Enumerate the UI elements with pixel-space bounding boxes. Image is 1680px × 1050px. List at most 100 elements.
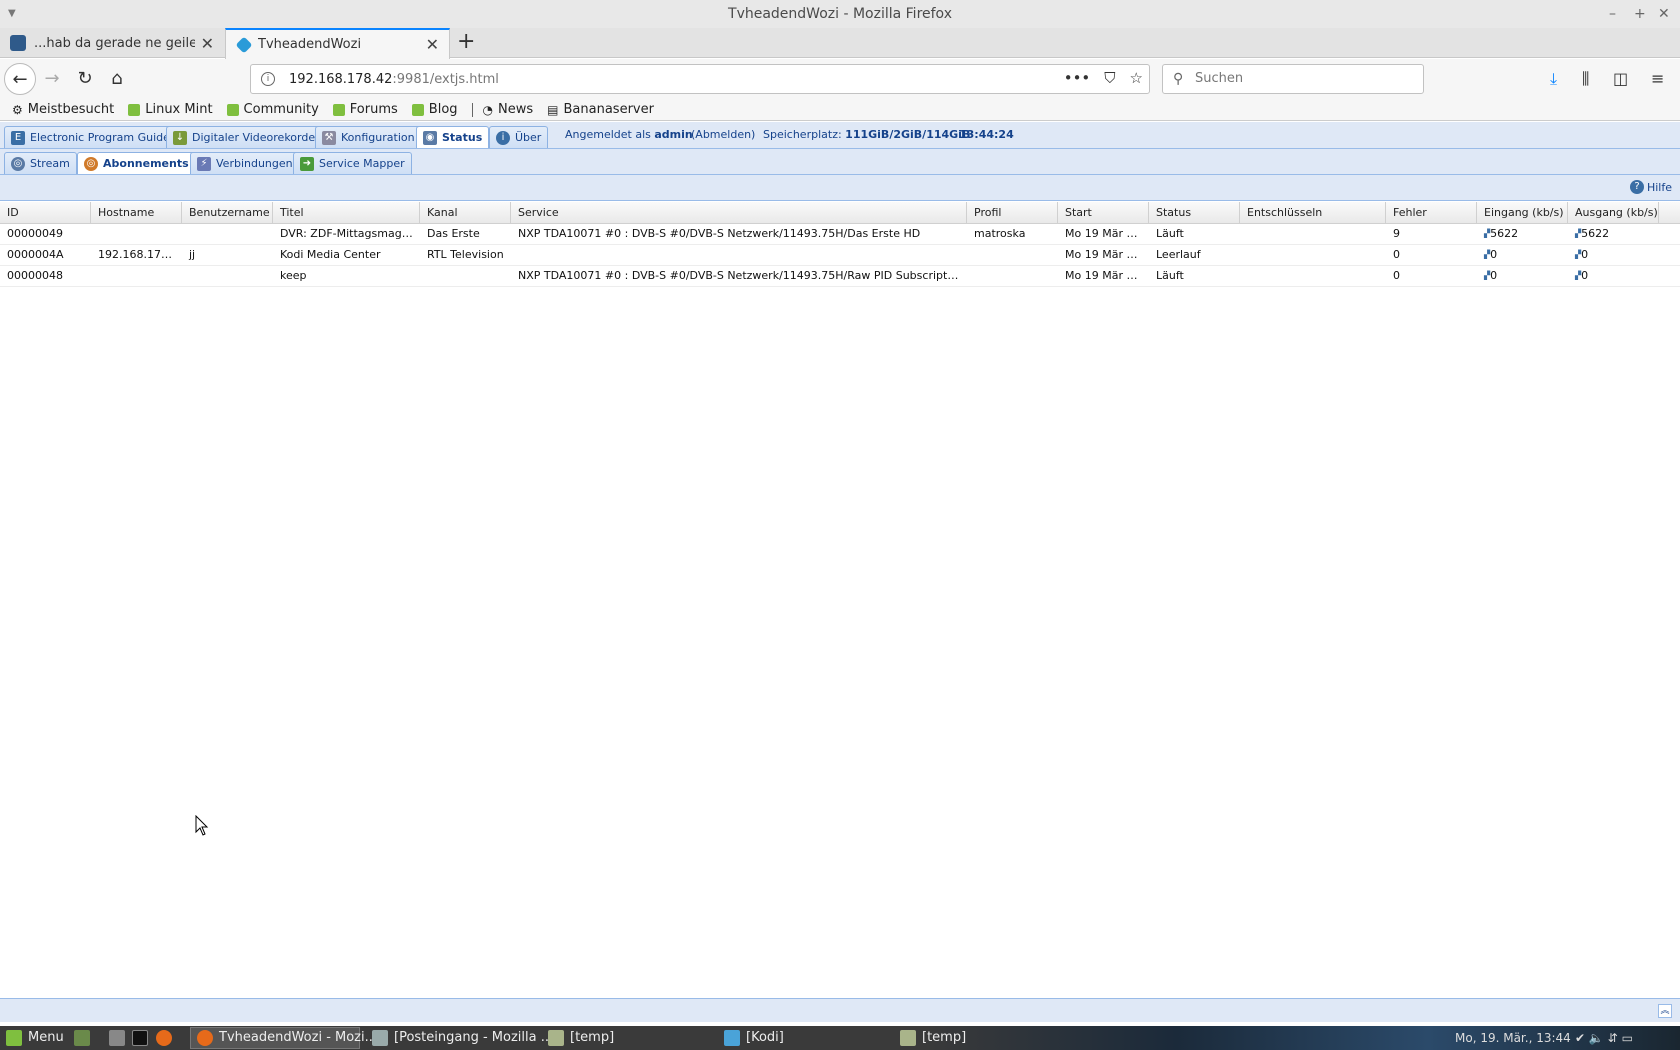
table-row[interactable]: 00000048 keep NXP TDA10071 #0 : DVB-S #0… (0, 266, 1680, 287)
column-header[interactable]: Start (1058, 202, 1149, 223)
subtab-verbindungen[interactable]: ⚡ Verbindungen (190, 152, 300, 174)
column-header[interactable]: Ausgang (kb/s) (1568, 202, 1659, 223)
bookmark-meistbesucht[interactable]: ⚙ Meistbesucht (12, 102, 114, 117)
new-tab-button[interactable]: + (457, 28, 475, 58)
taskbar-window-temp[interactable]: [temp] (548, 1027, 614, 1049)
cell-status: Läuft (1156, 227, 1184, 240)
cell-username: jj (189, 248, 196, 261)
taskbar-window-kodi[interactable]: [Kodi] (724, 1027, 784, 1049)
close-window-button[interactable]: ✕ (1658, 0, 1670, 28)
kodi-icon (724, 1030, 740, 1046)
battery-icon[interactable]: ▭ (1622, 1031, 1633, 1045)
minimize-button[interactable]: – (1609, 0, 1616, 28)
search-input[interactable]: ⚲ Suchen (1162, 64, 1424, 94)
column-header[interactable]: Profil (967, 202, 1058, 223)
column-header[interactable]: Hostname (91, 202, 182, 223)
library-icon[interactable]: ⫼ (1582, 63, 1589, 95)
taskbar-window-tvheadend[interactable]: TvheadendWozi - Mozi... (190, 1027, 377, 1049)
taskbar-window-temp-2[interactable]: [temp] (900, 1027, 966, 1049)
cell-descramble (1240, 266, 1386, 286)
subtab-service-mapper[interactable]: ➜ Service Mapper (293, 152, 412, 174)
storage-info: Speicherplatz: 111GiB/2GiB/114GiB (763, 128, 970, 141)
page-actions-icon[interactable]: ••• (1064, 69, 1091, 87)
reload-button[interactable]: ↻ (69, 63, 101, 95)
network-icon[interactable]: ⇵ (1608, 1031, 1618, 1045)
mouse-cursor-icon (195, 815, 209, 836)
back-button[interactable]: ← (4, 63, 36, 95)
tray-clock[interactable]: Mo, 19. Mär., 13:44 (1455, 1027, 1571, 1049)
sidebar-icon[interactable]: ◫ (1613, 63, 1628, 95)
cell-status: Läuft (1156, 269, 1184, 282)
cell-id: 00000048 (7, 269, 63, 282)
tab-dvr[interactable]: ↓ Digitaler Videorekorder (166, 126, 327, 148)
tab-ueber[interactable]: i Über (489, 126, 549, 148)
close-tab-icon[interactable]: ✕ (426, 35, 439, 54)
launcher-terminal[interactable] (132, 1027, 154, 1049)
site-info-icon[interactable]: i (261, 72, 275, 86)
subtab-stream[interactable]: ◎ Stream (4, 152, 77, 174)
column-header[interactable]: ID (0, 202, 91, 223)
window-menu-icon[interactable]: ▼ (8, 0, 16, 28)
bookmark-bananaserver[interactable]: ▤ Bananaserver (547, 102, 654, 117)
tvheadend-favicon-icon (235, 36, 253, 53)
window-label: [temp] (570, 1030, 615, 1045)
forward-button[interactable]: → (36, 63, 68, 95)
browser-tab-forum[interactable]: ...hab da gerade ne geile Idee ✕ (0, 28, 224, 58)
tab-label: Verbindungen (216, 157, 293, 170)
pocket-icon[interactable]: ⛉ (1104, 69, 1115, 87)
mint-icon (226, 103, 239, 116)
shield-icon[interactable]: ✔ (1575, 1031, 1585, 1045)
tab-konfiguration[interactable]: ⚒ Konfiguration (315, 126, 422, 148)
cell-input-rate: ▞0 (1477, 245, 1568, 265)
column-header[interactable]: Kanal (420, 202, 511, 223)
expand-log-icon[interactable]: ︽ (1658, 1004, 1672, 1018)
cell-username (182, 224, 273, 244)
folder-icon (900, 1030, 916, 1046)
input-rate-value: 5622 (1490, 227, 1519, 240)
close-tab-icon[interactable]: ✕ (201, 34, 214, 53)
downloads-icon[interactable]: ⤓ (1550, 63, 1557, 95)
bookmark-linux-mint[interactable]: Linux Mint (128, 102, 213, 117)
column-header[interactable]: Entschlüsseln (1240, 202, 1386, 223)
taskbar-window-posteingang[interactable]: [Posteingang - Mozilla ... (372, 1027, 553, 1049)
maximize-button[interactable]: + (1634, 0, 1646, 28)
bookmark-label: Meistbesucht (27, 102, 115, 117)
bookmark-star-icon[interactable]: ☆ (1130, 69, 1143, 87)
column-header[interactable]: Status (1149, 202, 1240, 223)
mint-icon (128, 103, 141, 116)
column-header[interactable]: Benutzername (182, 202, 273, 223)
table-row[interactable]: 0000004A 192.168.178.36 jj Kodi Media Ce… (0, 245, 1680, 266)
browser-tab-tvheadend[interactable]: TvheadendWozi ✕ (225, 28, 450, 59)
column-header[interactable]: Eingang (kb/s) (1477, 202, 1568, 223)
bookmark-blog[interactable]: Blog (411, 102, 458, 117)
column-header[interactable]: Service (511, 202, 967, 223)
tab-epg[interactable]: E Electronic Program Guide (4, 126, 177, 148)
window-label: [temp] (922, 1030, 967, 1045)
cell-channel (420, 266, 511, 286)
bookmark-community[interactable]: Community (226, 102, 319, 117)
subtab-abonnements[interactable]: ◎ Abonnements (77, 152, 196, 174)
launcher-files[interactable] (109, 1027, 131, 1049)
column-header[interactable]: Fehler (1386, 202, 1477, 223)
start-menu-button[interactable]: Menu (6, 1027, 64, 1049)
storage-label: Speicherplatz: (763, 128, 842, 141)
show-desktop-button[interactable] (74, 1027, 96, 1049)
tab-status[interactable]: ◉ Status (416, 126, 490, 148)
url-bar[interactable]: i 192.168.178.42:9981/extjs.html ••• ⛉ ☆ (250, 64, 1150, 94)
column-header[interactable]: Titel (273, 202, 420, 223)
output-rate-value: 0 (1581, 269, 1589, 282)
home-button[interactable]: ⌂ (101, 63, 133, 95)
server-clock: 13:44:24 (959, 128, 1014, 141)
menu-hamburger-icon[interactable]: ≡ (1651, 63, 1664, 95)
table-row[interactable]: 00000049 DVR: ZDF-Mittagsmagazin Das Ers… (0, 224, 1680, 245)
help-button[interactable]: ? Hilfe (1629, 180, 1672, 194)
bookmark-news[interactable]: ◔ News (483, 102, 534, 117)
system-taskbar: Menu TvheadendWozi - Mozi... [Posteingan… (0, 1026, 1680, 1050)
logout-link[interactable]: (Abmelden) (691, 128, 755, 141)
bookmark-forums[interactable]: Forums (332, 102, 398, 117)
tab-label: Abonnements (103, 157, 189, 170)
volume-icon[interactable]: 🔈 (1589, 1031, 1604, 1045)
search-placeholder: Suchen (1195, 71, 1244, 86)
launcher-firefox[interactable] (156, 1027, 178, 1049)
bookmark-label: Blog (428, 102, 458, 117)
